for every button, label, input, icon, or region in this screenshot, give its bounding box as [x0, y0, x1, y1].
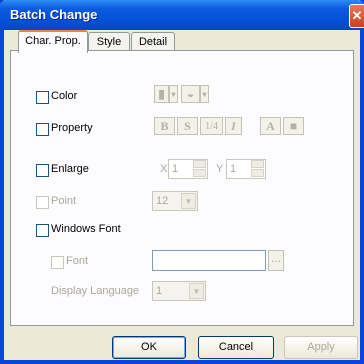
- font-label: Font: [66, 255, 89, 267]
- outline-button[interactable]: A: [260, 117, 281, 135]
- display-language-value: 1: [156, 285, 163, 297]
- bold-button[interactable]: B: [154, 117, 175, 135]
- apply-button[interactable]: Apply: [284, 336, 358, 359]
- property-checkbox[interactable]: [36, 123, 49, 136]
- chevron-down-icon[interactable]: ▼: [181, 193, 196, 209]
- enlarge-y-spinner[interactable]: 1: [226, 159, 266, 179]
- ok-button[interactable]: OK: [112, 336, 186, 359]
- point-value: 12: [156, 195, 169, 207]
- color-dropdown-arrow-icon[interactable]: ▾: [169, 85, 178, 103]
- bg-color-dropdown-arrow-icon[interactable]: ▾: [200, 85, 209, 103]
- color-checkbox[interactable]: [36, 91, 49, 104]
- close-button[interactable]: ✕: [349, 4, 364, 28]
- spin-up-icon[interactable]: [193, 160, 206, 168]
- point-checkbox[interactable]: [36, 196, 49, 209]
- windows-font-checkbox[interactable]: [36, 224, 49, 237]
- windows-font-label: Windows Font: [51, 223, 121, 235]
- enlarge-x-label: X: [160, 163, 168, 175]
- chevron-down-icon[interactable]: ▼: [189, 283, 204, 299]
- fill-button[interactable]: ■: [283, 117, 304, 135]
- spin-up-icon[interactable]: [251, 160, 264, 168]
- enlarge-y-label: Y: [216, 163, 224, 175]
- spin-down-icon[interactable]: [251, 169, 264, 177]
- bg-color-button[interactable]: ◒: [181, 85, 200, 103]
- point-label: Point: [51, 195, 77, 207]
- enlarge-checkbox[interactable]: [36, 164, 49, 177]
- tab-char-prop[interactable]: Char. Prop.: [18, 30, 88, 53]
- spin-down-icon[interactable]: [193, 169, 206, 177]
- enlarge-y-value: 1: [230, 163, 237, 175]
- tab-detail[interactable]: Detail: [131, 32, 175, 52]
- font-checkbox[interactable]: [51, 256, 64, 269]
- quarter-size-button[interactable]: 1/4: [200, 117, 223, 135]
- enlarge-x-spinner[interactable]: 1: [168, 159, 208, 179]
- window-title: Batch Change: [10, 7, 98, 22]
- tab-style[interactable]: Style: [88, 32, 130, 52]
- color-picker-button[interactable]: ▮: [154, 85, 169, 103]
- font-field[interactable]: [152, 250, 266, 271]
- enlarge-label: Enlarge: [51, 163, 89, 175]
- display-language-select[interactable]: 1 ▼: [152, 281, 206, 301]
- property-label: Property: [51, 122, 93, 134]
- strike-button[interactable]: S: [177, 117, 198, 135]
- title-bar[interactable]: Batch Change ✕: [0, 0, 364, 30]
- display-language-label: Display Language: [51, 285, 140, 297]
- color-label: Color: [51, 90, 78, 102]
- cancel-button[interactable]: Cancel: [198, 336, 274, 359]
- font-browse-button[interactable]: ...: [268, 250, 284, 271]
- point-select[interactable]: 12 ▼: [152, 191, 198, 211]
- italic-button[interactable]: I: [225, 117, 242, 135]
- enlarge-x-value: 1: [172, 163, 179, 175]
